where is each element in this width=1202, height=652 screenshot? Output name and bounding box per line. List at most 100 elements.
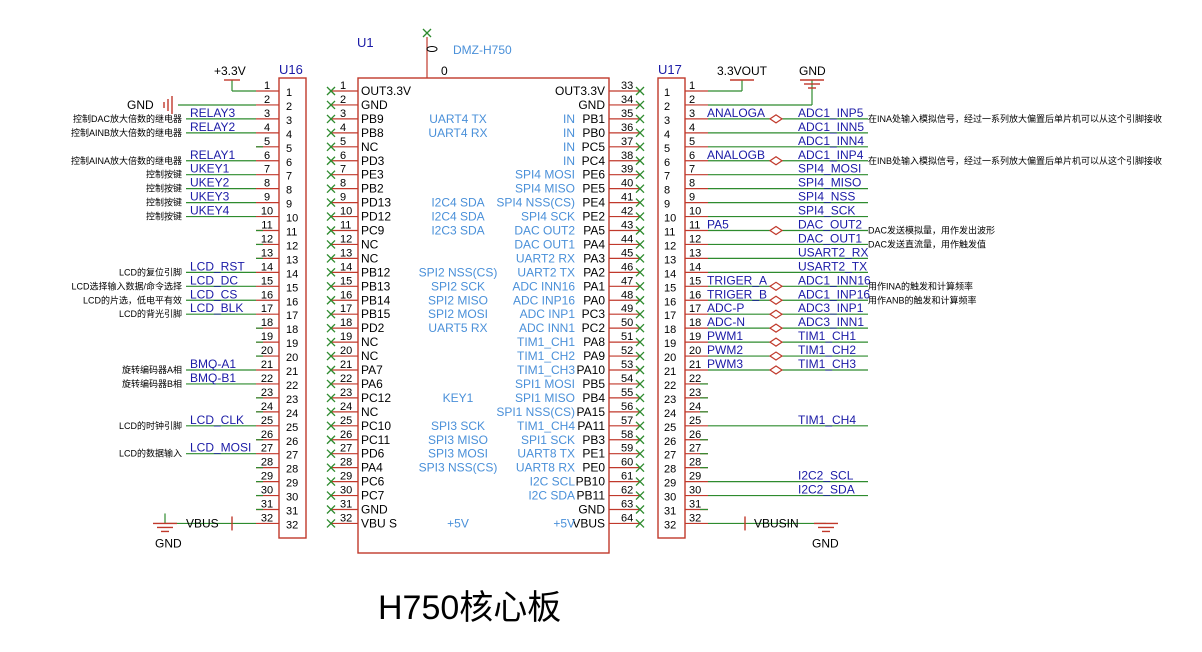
u17-pin-number-outer: 31 [689,499,701,511]
u17-net-label: SPI4_MOSI [798,162,861,176]
u1-right-pin-function: UART2 TX [517,265,575,279]
u17-net-label: ADC1_INN4 [798,134,864,148]
u1-right-pin-number: 55 [621,387,633,399]
u1-right-pin-name: PA8 [583,335,605,349]
u17-pin-number-outer: 14 [689,261,701,273]
u1-left-pin-function: I2C4 SDA [431,210,484,224]
u1-right-pin-function: ADC INP16 [513,293,575,307]
u16-net-note: LCD的时钟引脚 [119,420,182,431]
u17-local-label: PA5 [707,218,729,232]
u17-pin-number-outer: 26 [689,429,701,441]
u16-pin-number-outer: 18 [261,317,273,329]
u17-pin-number-inner: 17 [664,310,676,322]
u1-right-pin-name: VBUS [572,516,605,530]
u16-pin-number-outer: 17 [261,303,273,315]
u16-pin-number-inner: 7 [286,171,292,183]
u16-net-label: BMQ-B1 [190,371,236,385]
u16-pin-number-outer: 1 [264,80,270,92]
u1-right-pin-name: PE4 [582,196,605,210]
u17-net-label: I2C2_SCL [798,469,854,483]
u1-right-pin-function: SPI1 MISO [515,391,575,405]
u1-right-pin-number: 36 [621,122,633,134]
u16-net-label: BMQ-A1 [190,357,236,371]
u1-left-pin-name: PB14 [361,293,391,307]
u17-net-label: TIM1_CH2 [798,343,856,357]
u16-net-label: UKEY3 [190,190,230,204]
u17-bottom-gnd-label: GND [812,536,839,550]
u16-pin-number-outer: 19 [261,331,273,343]
u1-left-pin-function: +5V [447,516,469,530]
u1-right-pin-name: PC4 [582,154,606,168]
u1-left-pin-function: SPI2 MOSI [428,307,488,321]
u1-right-pin-name: OUT3.3V [555,84,605,98]
u1-right-pin-number: 51 [621,331,633,343]
u1-left-pin-function: SPI3 SCK [431,419,485,433]
u1-left-pin-number: 23 [340,387,352,399]
u16-pin-number-outer: 6 [264,150,270,162]
u1-left-pin-name: VBU S [361,516,397,530]
u17-pin-number-outer: 20 [689,345,701,357]
u17-pin-number-inner: 11 [664,227,675,239]
u1-right-pin-name: PB4 [582,391,605,405]
u1-right-pin-function: SPI4 NSS(CS) [496,196,575,210]
u16-pin-number-outer: 7 [264,164,270,176]
u1-left-pin-number: 7 [340,164,346,176]
u1-right-pin-name: PC2 [582,321,606,335]
u1-left-pin-name: PD13 [361,196,391,210]
u1-right-pin-function: UART8 RX [516,461,575,475]
u1-left-pin-number: 18 [340,317,352,329]
u17-gnd-label: GND [799,64,826,78]
u16-net-note: LCD的数据输入 [119,448,182,459]
u1-left-pin-name: PA4 [361,461,383,475]
u1-left-pin-function: UART4 TX [429,112,487,126]
u1-right-pin-number: 46 [621,261,633,273]
u1-right-pin-name: PA5 [583,224,605,238]
u16-pin-number-inner: 24 [286,408,298,420]
u1-left-pin-name: PD2 [361,321,385,335]
u1-right-pin-number: 62 [621,485,633,497]
u1-right-pin-name: PA2 [583,265,605,279]
u16-pin-number-inner: 23 [286,394,298,406]
u17-pin-number-outer: 6 [689,150,695,162]
u16-net-label: UKEY1 [190,162,230,176]
u1-right-pin-number: 40 [621,178,633,190]
u16-net-note: 控制DAC放大倍数的继电器 [73,113,182,124]
u16-pin-number-inner: 32 [286,519,298,531]
u17-pin-number-outer: 32 [689,512,701,524]
u16-pin-number-outer: 15 [261,275,273,287]
u1-left-pin-number: 12 [340,233,352,245]
u17-pin-number-inner: 5 [664,143,670,155]
u1-right-pin-name: PA1 [583,279,605,293]
u17-pin-number-inner: 19 [664,338,676,350]
u1-right-pin-number: 33 [621,80,633,92]
u17-pin-number-outer: 27 [689,443,701,455]
u17-pin-number-inner: 23 [664,394,676,406]
u1-right-pin-number: 35 [621,108,633,120]
u17-pin-number-outer: 3 [689,108,695,120]
u1-right-pin-name: GND [578,98,605,112]
u17-net-label: SPI4_MISO [798,176,861,190]
u1-left-pin-name: PC12 [361,391,391,405]
u17-net-label: USART2_TX [798,259,867,273]
u17-net-label: ADC1_INP16 [798,287,870,301]
u16-pin-number-outer: 3 [264,108,270,120]
u17-local-label: PWM1 [707,329,743,343]
u1-right-pin-name: PA0 [583,293,605,307]
u17-pin-number-outer: 11 [689,220,700,232]
u16-pin-number-inner: 13 [286,254,298,266]
u1-left-pin-function: I2C4 SDA [431,196,484,210]
u1-right-pin-number: 64 [621,512,633,524]
u17-local-label: ANALOGA [707,106,765,120]
u16-pin-number-outer: 12 [261,233,273,245]
u17-pin-number-outer: 15 [689,275,701,287]
u16-pin-number-outer: 25 [261,415,273,427]
u17-net-junction-marker [768,351,784,361]
u1-right-pin-function: TIM1_CH4 [517,419,575,433]
u1-right-pin-name: PE1 [582,447,605,461]
u16-pin-number-inner: 20 [286,352,298,364]
u17-pin-number-outer: 12 [689,233,701,245]
u17-pin-number-outer: 5 [689,136,695,148]
u16-pin-number-inner: 17 [286,310,298,322]
u1-right-pin-name: PA10 [577,363,606,377]
u17-net-label: I2C2_SDA [798,483,855,497]
